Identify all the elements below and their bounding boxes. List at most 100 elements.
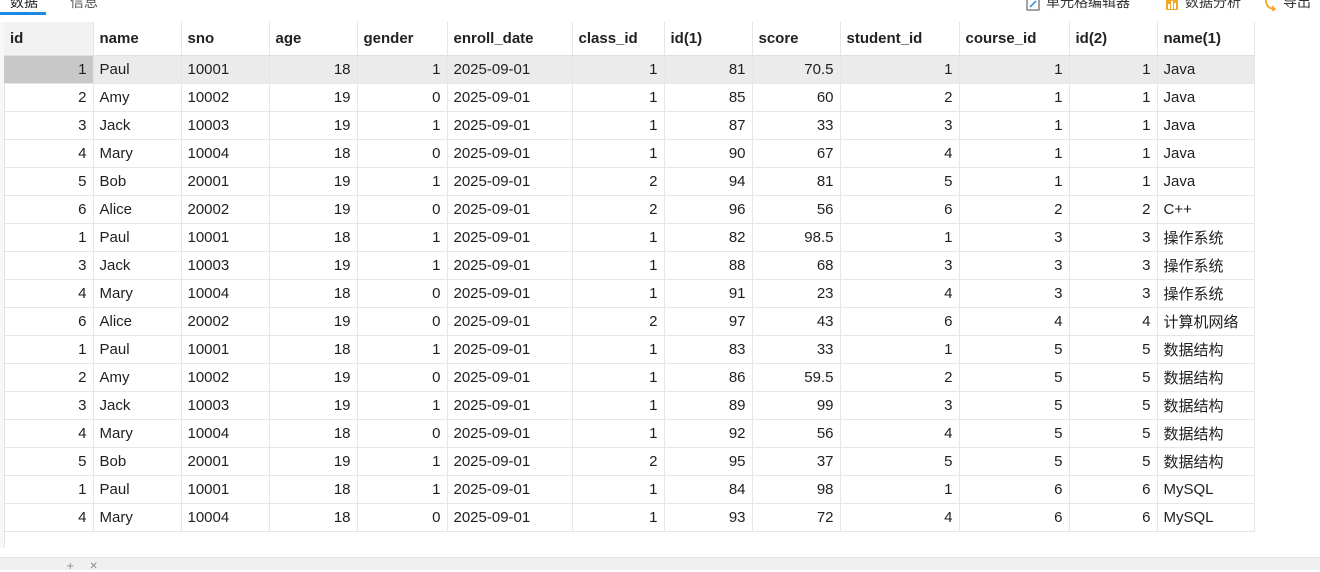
table-cell[interactable]: 2025-09-01 xyxy=(447,503,573,532)
table-cell[interactable]: 5 xyxy=(959,335,1070,364)
table-cell[interactable]: 20001 xyxy=(181,447,270,476)
table-cell[interactable]: 1 xyxy=(572,251,665,280)
table-cell[interactable]: 20002 xyxy=(181,195,270,224)
table-cell[interactable]: 2025-09-01 xyxy=(447,391,573,420)
table-cell[interactable]: 2025-09-01 xyxy=(447,335,573,364)
table-cell[interactable]: 10001 xyxy=(181,475,270,504)
table-cell[interactable]: 1 xyxy=(959,139,1070,168)
table-cell[interactable]: 5 xyxy=(959,419,1070,448)
table-cell[interactable]: 1 xyxy=(959,83,1070,112)
table-cell[interactable]: 1 xyxy=(357,55,448,84)
table-cell[interactable]: 3 xyxy=(959,223,1070,252)
table-cell[interactable]: 10003 xyxy=(181,251,270,280)
table-cell[interactable]: 2 xyxy=(840,83,960,112)
table-cell[interactable]: 1 xyxy=(4,55,94,84)
table-cell[interactable]: 10002 xyxy=(181,363,270,392)
table-cell[interactable]: 3 xyxy=(959,279,1070,308)
table-cell[interactable]: 97 xyxy=(664,307,753,336)
table-cell[interactable]: 33 xyxy=(752,111,841,140)
table-cell[interactable]: 19 xyxy=(269,363,358,392)
table-cell[interactable]: 0 xyxy=(357,139,448,168)
table-cell[interactable]: 10001 xyxy=(181,223,270,252)
table-cell[interactable]: 1 xyxy=(572,55,665,84)
table-cell[interactable]: 89 xyxy=(664,391,753,420)
table-cell[interactable]: Bob xyxy=(93,167,182,196)
table-cell[interactable]: 4 xyxy=(4,279,94,308)
table-row[interactable]: 6 Alice 20002 19 0 2025-09-01 2 96 56 6 2 2 C++ xyxy=(4,195,1255,224)
table-cell[interactable]: 1 xyxy=(959,55,1070,84)
table-cell[interactable]: 4 xyxy=(840,419,960,448)
table-cell[interactable]: 0 xyxy=(357,503,448,532)
table-cell[interactable]: 1 xyxy=(1069,55,1158,84)
table-cell[interactable]: 数据结构 xyxy=(1157,391,1255,420)
table-cell[interactable]: 82 xyxy=(664,223,753,252)
column-header[interactable]: sno xyxy=(181,22,270,56)
table-cell[interactable]: 数据结构 xyxy=(1157,335,1255,364)
table-row[interactable]: 2 Amy 10002 19 0 2025-09-01 1 86 59.5 2 5 5 数据结构 xyxy=(4,363,1255,392)
table-cell[interactable]: 18 xyxy=(269,335,358,364)
column-header[interactable]: course_id xyxy=(959,22,1070,56)
table-cell[interactable]: 2025-09-01 xyxy=(447,307,573,336)
table-cell[interactable]: 1 xyxy=(357,223,448,252)
table-cell[interactable]: 计算机网络 xyxy=(1157,307,1255,336)
table-cell[interactable]: C++ xyxy=(1157,195,1255,224)
table-row[interactable]: 3 Jack 10003 19 1 2025-09-01 1 87 33 3 1 1 Java xyxy=(4,111,1255,140)
table-row[interactable]: 4 Mary 10004 18 0 2025-09-01 1 93 72 4 6 6 MySQL xyxy=(4,503,1255,532)
column-header[interactable]: student_id xyxy=(840,22,960,56)
table-row[interactable]: 5 Bob 20001 19 1 2025-09-01 2 94 81 5 1 1 Java xyxy=(4,167,1255,196)
table-cell[interactable]: 0 xyxy=(357,195,448,224)
table-cell[interactable]: 2025-09-01 xyxy=(447,223,573,252)
table-cell[interactable]: 2 xyxy=(4,363,94,392)
table-cell[interactable]: 3 xyxy=(840,251,960,280)
table-cell[interactable]: 3 xyxy=(1069,223,1158,252)
table-cell[interactable]: 1 xyxy=(4,475,94,504)
column-header[interactable]: age xyxy=(269,22,358,56)
table-cell[interactable]: 2 xyxy=(1069,195,1158,224)
table-cell[interactable]: 1 xyxy=(840,335,960,364)
table-cell[interactable]: 10004 xyxy=(181,419,270,448)
table-cell[interactable]: Jack xyxy=(93,111,182,140)
table-cell[interactable]: 90 xyxy=(664,139,753,168)
table-cell[interactable]: MySQL xyxy=(1157,475,1255,504)
table-cell[interactable]: 10003 xyxy=(181,111,270,140)
table-cell[interactable]: 85 xyxy=(664,83,753,112)
table-cell[interactable]: 4 xyxy=(1069,307,1158,336)
table-cell[interactable]: 5 xyxy=(840,447,960,476)
table-cell[interactable]: 2025-09-01 xyxy=(447,139,573,168)
table-cell[interactable]: 56 xyxy=(752,195,841,224)
table-cell[interactable]: 5 xyxy=(959,363,1070,392)
table-cell[interactable]: 1 xyxy=(357,475,448,504)
column-header[interactable]: id xyxy=(4,22,94,56)
table-cell[interactable]: 1 xyxy=(357,335,448,364)
table-cell[interactable]: 91 xyxy=(664,279,753,308)
table-cell[interactable]: 10002 xyxy=(181,83,270,112)
table-cell[interactable]: 87 xyxy=(664,111,753,140)
table-cell[interactable]: 95 xyxy=(664,447,753,476)
column-header[interactable]: gender xyxy=(357,22,448,56)
table-cell[interactable]: 18 xyxy=(269,419,358,448)
table-cell[interactable]: 19 xyxy=(269,307,358,336)
table-cell[interactable]: 93 xyxy=(664,503,753,532)
table-cell[interactable]: 操作系统 xyxy=(1157,223,1255,252)
table-cell[interactable]: 1 xyxy=(572,223,665,252)
table-cell[interactable]: 18 xyxy=(269,223,358,252)
table-cell[interactable]: 19 xyxy=(269,167,358,196)
table-cell[interactable]: 88 xyxy=(664,251,753,280)
table-cell[interactable]: 1 xyxy=(1069,111,1158,140)
table-row[interactable]: 1 Paul 10001 18 1 2025-09-01 1 83 33 1 5 5 数据结构 xyxy=(4,335,1255,364)
table-cell[interactable]: 19 xyxy=(269,83,358,112)
table-cell[interactable]: 20001 xyxy=(181,167,270,196)
table-cell[interactable]: 3 xyxy=(840,391,960,420)
table-row[interactable]: 5 Bob 20001 19 1 2025-09-01 2 95 37 5 5 5 数据结构 xyxy=(4,447,1255,476)
table-cell[interactable]: 18 xyxy=(269,139,358,168)
table-row[interactable]: 6 Alice 20002 19 0 2025-09-01 2 97 43 6 4 4 计算机网络 xyxy=(4,307,1255,336)
table-cell[interactable]: Mary xyxy=(93,419,182,448)
table-cell[interactable]: 6 xyxy=(4,307,94,336)
table-cell[interactable]: 2025-09-01 xyxy=(447,195,573,224)
table-cell[interactable]: 5 xyxy=(959,391,1070,420)
table-cell[interactable]: 3 xyxy=(4,111,94,140)
table-cell[interactable]: 81 xyxy=(752,167,841,196)
table-cell[interactable]: 3 xyxy=(840,111,960,140)
table-cell[interactable]: 2 xyxy=(572,195,665,224)
table-cell[interactable]: 18 xyxy=(269,55,358,84)
